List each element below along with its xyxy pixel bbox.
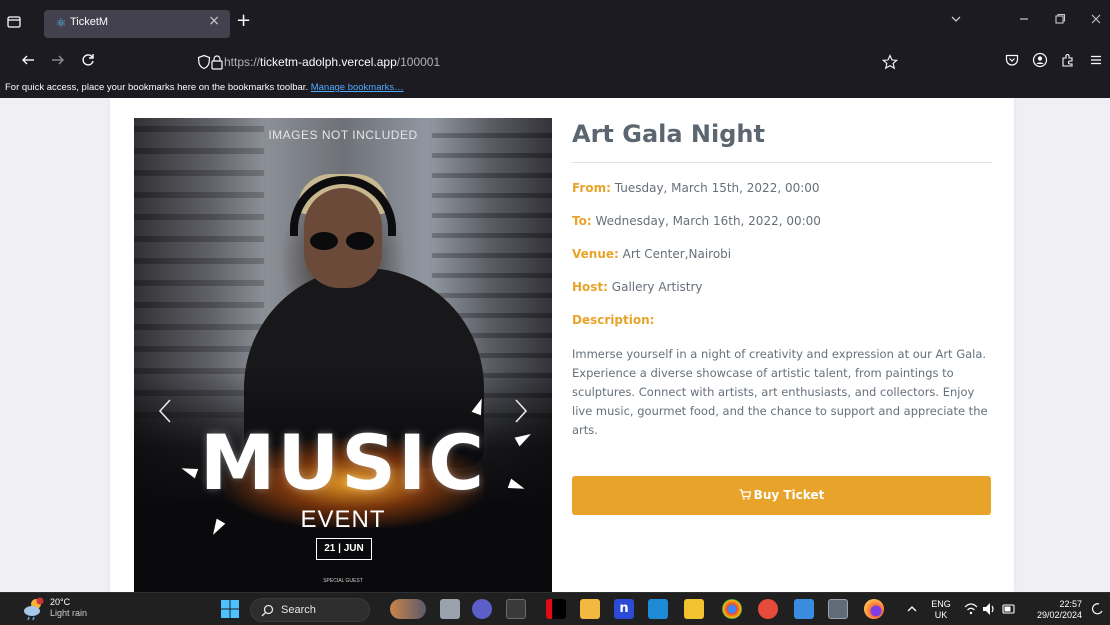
pocket-icon[interactable]: [1004, 52, 1020, 68]
poster-date: 21 | JUN: [316, 538, 372, 560]
minimize-icon[interactable]: [1018, 12, 1030, 30]
list-all-tabs-icon[interactable]: [950, 12, 962, 30]
tab-list-icon[interactable]: [6, 14, 22, 30]
buy-ticket-button[interactable]: Buy Ticket: [572, 476, 991, 515]
search-label: Search: [281, 604, 316, 616]
reload-icon[interactable]: [80, 52, 96, 72]
account-icon[interactable]: [1032, 52, 1048, 68]
event-poster-carousel[interactable]: IMAGES NOT INCLUDED MUSIC EVENT 21 | JUN…: [134, 118, 552, 592]
weather-temp: 20°C: [50, 597, 71, 607]
file-manager-icon[interactable]: [440, 599, 460, 619]
url-bar[interactable]: https://ticketm-adolph.vercel.app/100001: [186, 48, 910, 76]
manage-bookmarks-link[interactable]: Manage bookmarks…: [311, 82, 404, 93]
browser-tab-ticketm[interactable]: ⚛ TicketM ×: [44, 10, 230, 38]
wifi-icon[interactable]: [964, 599, 978, 619]
back-icon[interactable]: [20, 52, 36, 72]
search-icon: [261, 604, 274, 617]
battery-icon[interactable]: [1002, 599, 1016, 619]
carousel-next-icon[interactable]: [514, 398, 528, 429]
windows-start-icon[interactable]: [220, 599, 240, 619]
chrome-icon[interactable]: [722, 599, 742, 619]
menu-icon[interactable]: [1088, 52, 1104, 68]
remote-desktop-icon[interactable]: [828, 599, 848, 619]
react-favicon-icon: ⚛: [55, 16, 67, 30]
browser-tab-bar: ⚛ TicketM × +: [0, 0, 1110, 44]
event-title: Art Gala Night: [572, 120, 765, 148]
tab-title: TicketM: [70, 16, 109, 28]
bookmarks-hint: For quick access, place your bookmarks h…: [5, 82, 309, 93]
weather-rain-icon[interactable]: [22, 597, 46, 621]
vscode-icon[interactable]: [648, 599, 668, 619]
language-indicator[interactable]: ENG UK: [928, 599, 954, 621]
wps-icon[interactable]: [758, 599, 778, 619]
sunglasses-icon: [310, 232, 374, 250]
restore-icon[interactable]: [1054, 12, 1066, 30]
notepad-icon[interactable]: [580, 599, 600, 619]
meet-icon[interactable]: [472, 599, 492, 619]
forward-icon[interactable]: [50, 52, 66, 72]
event-details: Art Gala Night From: Tuesday, March 15th…: [572, 118, 992, 440]
event-card: IMAGES NOT INCLUDED MUSIC EVENT 21 | JUN…: [110, 98, 1014, 592]
app-n-icon[interactable]: n: [614, 599, 634, 619]
carousel-prev-icon[interactable]: [158, 398, 172, 429]
netflix-icon[interactable]: [546, 599, 566, 619]
description-label: Description:: [572, 313, 655, 327]
event-description: Immerse yourself in a night of creativit…: [572, 347, 988, 437]
new-tab-button[interactable]: +: [236, 12, 251, 30]
tab-close-icon[interactable]: ×: [208, 13, 220, 29]
tray-chevron-up-icon[interactable]: [906, 599, 918, 619]
event-venue: Venue: Art Center,Nairobi: [572, 247, 732, 261]
windows-taskbar: 20°C Light rain Search n ENG UK 22:57 29…: [0, 592, 1110, 625]
page-content: IMAGES NOT INCLUDED MUSIC EVENT 21 | JUN…: [0, 98, 1110, 592]
poster-subline: EVENT: [300, 506, 386, 533]
poster-headline: MUSIC: [199, 418, 487, 507]
event-to: To: Wednesday, March 16th, 2022, 00:00: [572, 214, 821, 228]
title-divider: [572, 162, 992, 163]
weather-desc: Light rain: [50, 608, 88, 618]
event-host: Host: Gallery Artistry: [572, 280, 703, 294]
news-widget-icon[interactable]: [390, 599, 426, 619]
bookmarks-toolbar: For quick access, place your bookmarks h…: [0, 80, 1110, 98]
mail-icon[interactable]: [794, 599, 814, 619]
volume-icon[interactable]: [982, 599, 996, 619]
extensions-icon[interactable]: [1060, 52, 1076, 68]
event-from: From: Tuesday, March 15th, 2022, 00:00: [572, 181, 820, 195]
clock[interactable]: 22:57 29/02/2024: [1030, 599, 1082, 621]
buy-ticket-label: Buy Ticket: [753, 488, 825, 502]
url-text[interactable]: https://ticketm-adolph.vercel.app/100001: [224, 55, 440, 69]
notifications-icon[interactable]: [1090, 599, 1104, 619]
firefox-icon[interactable]: [864, 599, 884, 619]
lock-icon[interactable]: [210, 54, 224, 70]
poster-footer: SPECIAL GUEST: [323, 578, 363, 584]
cart-icon: [739, 489, 751, 500]
close-window-icon[interactable]: [1090, 12, 1102, 30]
terminal-icon[interactable]: [506, 599, 526, 619]
folder-icon[interactable]: [684, 599, 704, 619]
taskbar-search[interactable]: Search: [250, 598, 370, 622]
poster-caption: IMAGES NOT INCLUDED: [268, 128, 418, 142]
bookmark-star-icon[interactable]: [882, 54, 898, 70]
browser-nav-bar: https://ticketm-adolph.vercel.app/100001: [0, 44, 1110, 80]
